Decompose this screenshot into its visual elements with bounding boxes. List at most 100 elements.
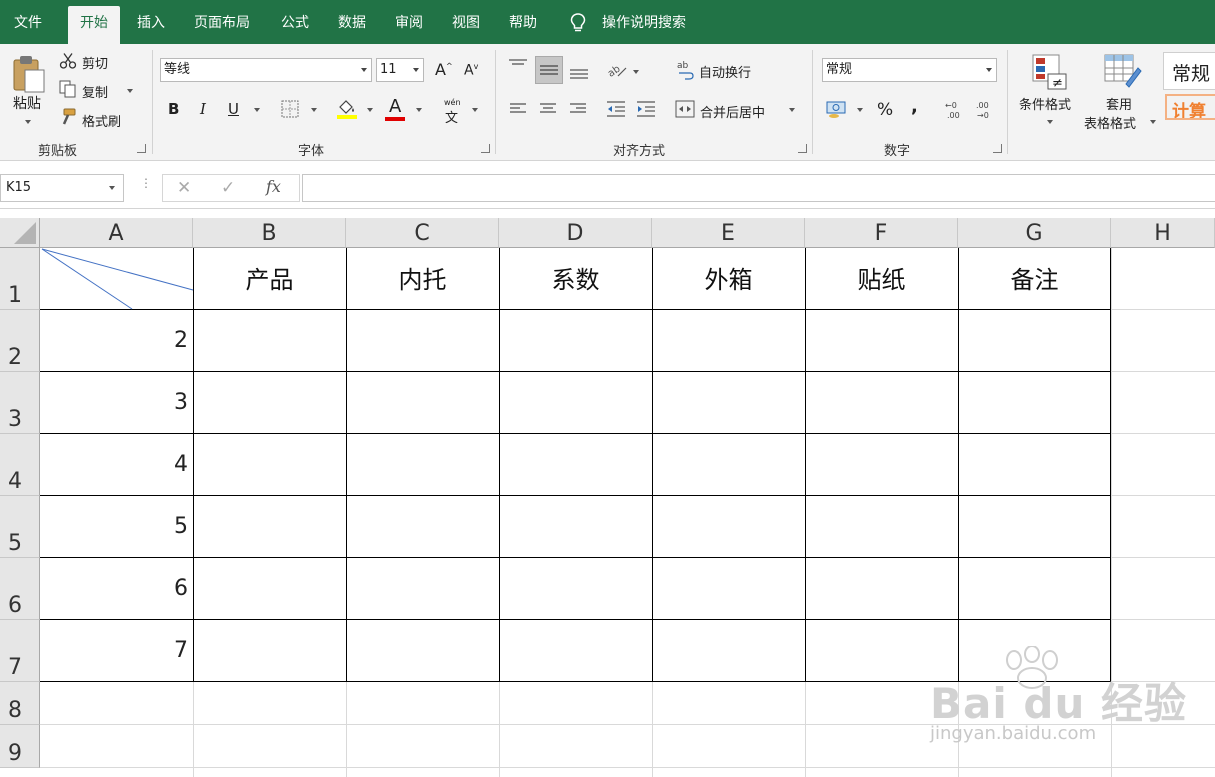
decrease-decimal-icon[interactable]: .00 →0	[974, 100, 994, 120]
cell-e1[interactable]: 外箱	[652, 260, 805, 295]
watermark-url: jingyan.baidu.com	[930, 723, 1097, 744]
decrease-font-size-button[interactable]: Av	[464, 62, 478, 79]
name-box[interactable]: K15	[0, 174, 124, 202]
paste-dropdown-caret[interactable]	[25, 120, 31, 124]
enter-icon[interactable]: ✓	[221, 178, 235, 198]
tell-me-search[interactable]: 操作说明搜索	[602, 0, 686, 44]
format-as-table-icon[interactable]	[1104, 54, 1142, 90]
accounting-dropdown-caret[interactable]	[857, 108, 863, 112]
cell-a7[interactable]: 7	[40, 638, 188, 663]
copy-dropdown-caret[interactable]	[127, 89, 133, 93]
number-dialog-launcher[interactable]	[993, 144, 1002, 153]
orientation-dropdown-caret[interactable]	[633, 70, 639, 74]
clipboard-group-label: 剪贴板	[38, 144, 78, 159]
increase-decimal-icon[interactable]: ←0 .00	[944, 100, 964, 120]
format-as-table-dropdown-caret[interactable]	[1150, 120, 1156, 124]
alignment-dialog-launcher[interactable]	[798, 144, 807, 153]
align-right-icon[interactable]	[569, 102, 587, 116]
format-as-table-line2[interactable]: 表格格式	[1084, 113, 1136, 132]
paste-button[interactable]: 粘贴	[13, 93, 41, 113]
cell-a5[interactable]: 5	[40, 514, 188, 539]
shrink-letter: A	[464, 62, 474, 79]
conditional-formatting-button[interactable]: 条件格式	[1019, 94, 1071, 113]
cell-a3[interactable]: 3	[40, 390, 188, 415]
tab-view[interactable]: 视图	[452, 0, 480, 44]
tab-home[interactable]: 开始	[68, 6, 120, 44]
borders-dropdown-caret[interactable]	[311, 108, 317, 112]
merge-center-icon[interactable]	[675, 100, 695, 118]
copy-button[interactable]: 复制	[82, 82, 108, 101]
font-color-swatch	[385, 117, 405, 121]
italic-button[interactable]: I	[200, 100, 206, 118]
middle-align-button[interactable]	[535, 56, 563, 84]
increase-font-size-button[interactable]: A^	[435, 60, 453, 79]
conditional-formatting-icon[interactable]: ≠	[1032, 54, 1068, 90]
middle-align-icon	[540, 65, 558, 75]
tab-page-layout[interactable]: 页面布局	[194, 0, 250, 44]
cell-g1[interactable]: 备注	[958, 260, 1111, 295]
fill-color-icon[interactable]	[336, 98, 358, 120]
font-size-value: 11	[380, 62, 397, 77]
wrap-text-icon[interactable]: ab	[676, 60, 694, 80]
tab-review[interactable]: 审阅	[395, 0, 423, 44]
underline-dropdown-caret[interactable]	[254, 108, 260, 112]
borders-icon[interactable]	[281, 100, 299, 118]
insert-function-icon[interactable]: fx	[266, 177, 281, 196]
number-format-combo[interactable]: 常规	[822, 58, 997, 82]
bold-button[interactable]: B	[168, 100, 179, 118]
formula-input[interactable]	[302, 174, 1215, 202]
font-color-dropdown-caret[interactable]	[416, 108, 422, 112]
align-center-icon[interactable]	[539, 102, 557, 116]
orientation-icon[interactable]: ab	[606, 60, 628, 80]
format-as-table-line1[interactable]: 套用	[1106, 94, 1132, 113]
formula-bar-splitter[interactable]: ⋮	[140, 177, 152, 196]
cell-a2[interactable]: 2	[40, 328, 188, 353]
font-color-button[interactable]: A	[389, 96, 401, 117]
cell-style-calculation[interactable]: 计算	[1165, 94, 1215, 120]
tab-formulas[interactable]: 公式	[281, 0, 309, 44]
svg-text:.00: .00	[976, 101, 989, 110]
tab-insert[interactable]: 插入	[137, 0, 165, 44]
underline-button[interactable]: U	[228, 100, 239, 118]
increase-indent-icon[interactable]	[636, 100, 656, 118]
worksheet: A B C D E F G H 1 2 3 4 5 6 7 8 9 产品 内托 …	[0, 218, 1215, 777]
cell-f1[interactable]: 贴纸	[805, 260, 958, 295]
cut-button[interactable]: 剪切	[82, 53, 108, 72]
cell-style-normal[interactable]: 常规	[1163, 52, 1215, 90]
svg-text:ab: ab	[677, 61, 689, 71]
format-painter-icon[interactable]	[59, 108, 77, 126]
tab-data[interactable]: 数据	[338, 0, 366, 44]
cell-b1[interactable]: 产品	[193, 260, 346, 295]
copy-icon[interactable]	[59, 80, 77, 98]
number-group-label: 数字	[884, 144, 911, 159]
tab-file[interactable]: 文件	[14, 0, 42, 44]
bottom-align-icon[interactable]	[569, 64, 589, 80]
fill-color-dropdown-caret[interactable]	[367, 108, 373, 112]
scissors-icon[interactable]	[59, 52, 77, 70]
phonetic-dropdown-caret[interactable]	[472, 108, 478, 112]
format-painter-button[interactable]: 格式刷	[82, 111, 121, 130]
ribbon-separator	[812, 50, 813, 154]
align-left-icon[interactable]	[509, 102, 527, 116]
wrap-text-button[interactable]: 自动换行	[699, 62, 751, 81]
cell-c1[interactable]: 内托	[346, 260, 499, 295]
cell-a6[interactable]: 6	[40, 576, 188, 601]
clipboard-dialog-launcher[interactable]	[137, 144, 146, 153]
cancel-icon[interactable]: ✕	[177, 178, 191, 198]
conditional-dropdown-caret[interactable]	[1047, 120, 1053, 124]
merge-center-button[interactable]: 合并后居中	[700, 102, 765, 121]
merge-dropdown-caret[interactable]	[789, 108, 795, 112]
percent-style-button[interactable]: %	[877, 100, 893, 120]
tab-help[interactable]: 帮助	[509, 0, 537, 44]
font-name-combo[interactable]: 等线	[160, 58, 372, 82]
font-dialog-launcher[interactable]	[481, 144, 490, 153]
top-align-icon[interactable]	[508, 58, 528, 74]
comma-style-button[interactable]: ,	[911, 96, 918, 117]
font-size-combo[interactable]: 11	[376, 58, 424, 82]
accounting-format-icon[interactable]	[826, 100, 848, 120]
cell-d1[interactable]: 系数	[499, 260, 652, 295]
decrease-indent-icon[interactable]	[606, 100, 626, 118]
paste-icon[interactable]	[12, 54, 46, 94]
phonetic-guide-button[interactable]: wén 文	[442, 98, 464, 126]
cell-a4[interactable]: 4	[40, 452, 188, 477]
